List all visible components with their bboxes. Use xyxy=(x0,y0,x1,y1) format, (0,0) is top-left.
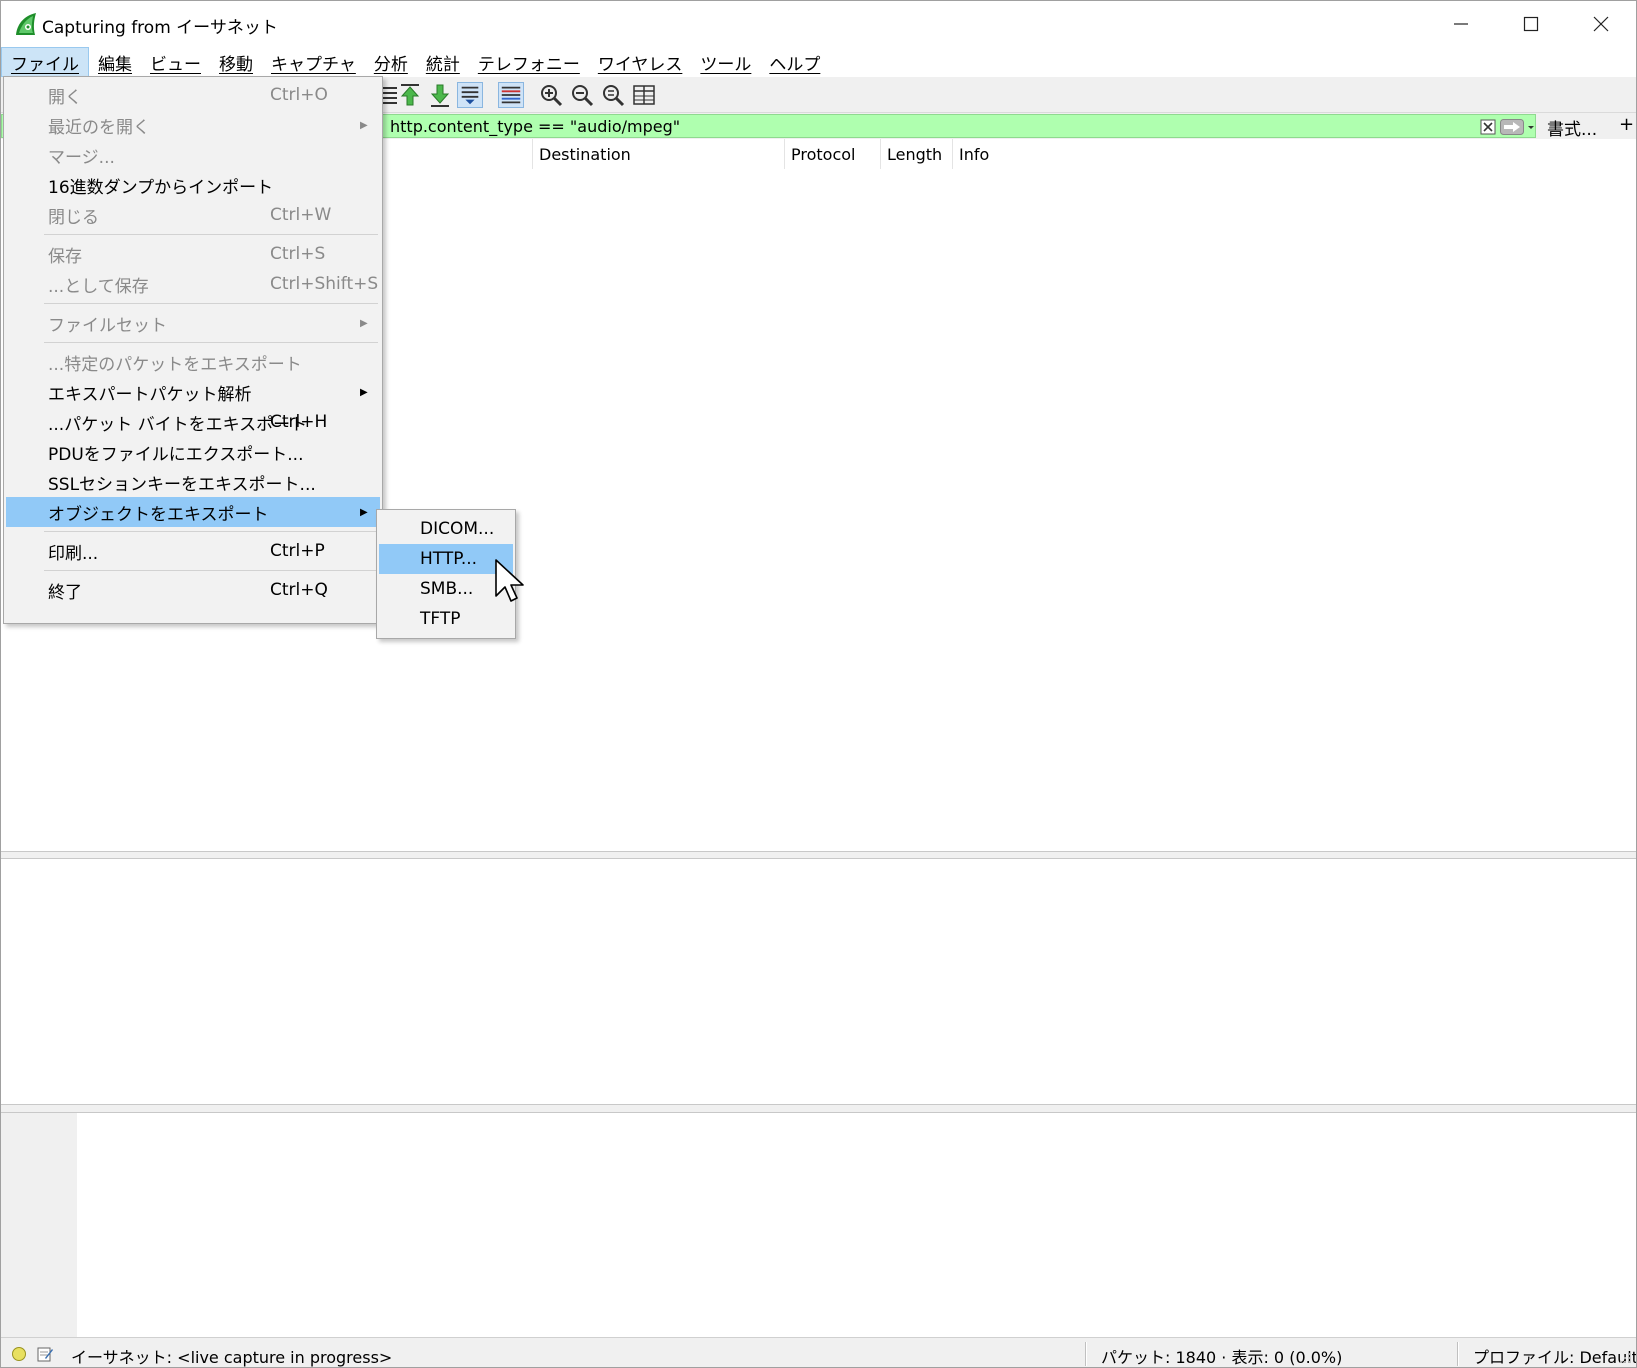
column-destination[interactable]: Destination xyxy=(532,139,784,169)
file-menu-popup: 開く Ctrl+O 最近のを開く ▶ マージ... 16進数ダンプからインポート… xyxy=(3,76,383,624)
submenu-item-smb[interactable]: SMB... xyxy=(379,574,513,604)
menu-item-export-specified[interactable]: ...特定のパケットをエキスポート xyxy=(6,347,380,377)
packet-bytes-pane[interactable] xyxy=(1,1113,1636,1337)
menu-item-export-dissections[interactable]: エキスパートパケット解析 ▶ xyxy=(6,377,380,407)
zoom-out-icon[interactable] xyxy=(569,82,595,108)
submenu-arrow-icon: ▶ xyxy=(360,317,368,329)
submenu-item-tftp[interactable]: TFTP xyxy=(379,604,513,634)
menu-item-export-bytes[interactable]: ...パケット バイトをエキスポート Ctrl+H xyxy=(6,407,380,437)
minimize-icon xyxy=(1454,23,1468,25)
close-button[interactable] xyxy=(1566,1,1636,47)
menu-item-close[interactable]: 閉じる Ctrl+W xyxy=(6,200,380,230)
column-length[interactable]: Length xyxy=(880,139,952,169)
expert-info-icon[interactable] xyxy=(12,1347,26,1361)
submenu-arrow-icon: ▶ xyxy=(360,506,368,518)
menu-item-export-ssl-keys[interactable]: SSLセションキーをエキスポート... xyxy=(6,467,380,497)
menu-item-save[interactable]: 保存 Ctrl+S xyxy=(6,239,380,269)
menu-item-open-recent[interactable]: 最近のを開く ▶ xyxy=(6,110,380,140)
submenu-item-http[interactable]: HTTP... xyxy=(379,544,513,574)
menu-item-file-set[interactable]: ファイルセット ▶ xyxy=(6,308,380,338)
menu-file[interactable]: ファイル xyxy=(1,47,89,77)
menu-item-import-hex[interactable]: 16進数ダンプからインポート xyxy=(6,170,380,200)
resize-grip-icon[interactable] xyxy=(1616,1349,1632,1365)
mouse-pointer-icon xyxy=(495,559,524,602)
menu-wireless[interactable]: ワイヤレス xyxy=(589,47,692,77)
column-info[interactable]: Info xyxy=(952,139,1152,169)
auto-scroll-icon[interactable] xyxy=(457,82,483,108)
menu-item-export-objects[interactable]: オブジェクトをエキスポート ▶ xyxy=(6,497,380,527)
menu-separator xyxy=(44,342,378,343)
clear-filter-icon[interactable] xyxy=(1480,119,1496,135)
window-title: Capturing from イーサネット xyxy=(42,18,278,38)
close-icon xyxy=(1593,16,1609,32)
menu-edit[interactable]: 編集 xyxy=(89,47,141,77)
wireshark-fin-icon xyxy=(16,13,36,35)
menu-separator xyxy=(44,234,378,235)
menu-bar: ファイル 編集 ビュー 移動 キャプチャ 分析 統計 テレフォニー ワイヤレス … xyxy=(1,47,1636,77)
filter-expression-button[interactable]: 書式... xyxy=(1547,115,1597,140)
submenu-arrow-icon: ▶ xyxy=(360,386,368,398)
pane-splitter[interactable] xyxy=(1,852,1636,859)
packet-details-pane[interactable] xyxy=(1,859,1636,1105)
packet-count-text: パケット: 1840 · 表示: 0 (0.0%) xyxy=(1101,1348,1343,1367)
last-packet-icon[interactable] xyxy=(427,82,453,108)
colorize-icon[interactable] xyxy=(498,82,524,108)
menu-analyze[interactable]: 分析 xyxy=(365,47,417,77)
resize-columns-icon[interactable] xyxy=(631,82,657,108)
column-protocol[interactable]: Protocol xyxy=(784,139,880,169)
add-filter-button[interactable]: + xyxy=(1619,114,1634,135)
status-separator xyxy=(1085,1342,1087,1366)
submenu-item-dicom[interactable]: DICOM... xyxy=(379,514,513,544)
maximize-button[interactable] xyxy=(1496,1,1566,47)
menu-tools[interactable]: ツール xyxy=(691,47,760,77)
menu-statistics[interactable]: 統計 xyxy=(417,47,469,77)
apply-filter-icon[interactable] xyxy=(1500,119,1524,135)
first-packet-icon[interactable] xyxy=(397,82,423,108)
menu-view[interactable]: ビュー xyxy=(141,47,210,77)
menu-telephony[interactable]: テレフォニー xyxy=(469,47,589,77)
filter-history-dropdown-icon[interactable] xyxy=(1526,119,1536,135)
pane-splitter[interactable] xyxy=(1,1105,1636,1113)
bytes-offset-gutter xyxy=(1,1113,77,1337)
menu-item-quit[interactable]: 終了 Ctrl+Q xyxy=(6,575,380,605)
menu-help[interactable]: ヘルプ xyxy=(760,47,829,77)
capture-status-text: イーサネット: <live capture in progress> xyxy=(71,1348,393,1367)
zoom-in-icon[interactable] xyxy=(538,82,564,108)
menu-item-print[interactable]: 印刷... Ctrl+P xyxy=(6,536,380,566)
menu-item-open[interactable]: 開く Ctrl+O xyxy=(6,80,380,110)
menu-separator xyxy=(44,531,378,532)
minimize-button[interactable] xyxy=(1426,1,1496,47)
menu-item-export-pdu[interactable]: PDUをファイルにエクスポート... xyxy=(6,437,380,467)
menu-capture[interactable]: キャプチャ xyxy=(262,47,365,77)
title-bar[interactable]: Capturing from イーサネット xyxy=(1,1,1636,47)
maximize-icon xyxy=(1523,16,1539,32)
capture-comment-icon[interactable] xyxy=(36,1345,54,1363)
menu-item-save-as[interactable]: ...として保存 Ctrl+Shift+S xyxy=(6,269,380,299)
status-bar: イーサネット: <live capture in progress> パケット:… xyxy=(1,1337,1636,1367)
wireshark-window: Capturing from イーサネット ファイル 編集 ビュー 移動 キャプ… xyxy=(0,0,1637,1368)
menu-separator xyxy=(44,570,378,571)
zoom-normal-icon[interactable] xyxy=(600,82,626,108)
display-filter-text[interactable]: http.content_type == "audio/mpeg" xyxy=(390,117,680,136)
status-separator xyxy=(1457,1342,1459,1366)
menu-go[interactable]: 移動 xyxy=(210,47,262,77)
submenu-arrow-icon: ▶ xyxy=(360,119,368,131)
profile-text[interactable]: プロファイル: Default xyxy=(1473,1344,1636,1367)
menu-separator xyxy=(44,303,378,304)
menu-item-merge[interactable]: マージ... xyxy=(6,140,380,170)
